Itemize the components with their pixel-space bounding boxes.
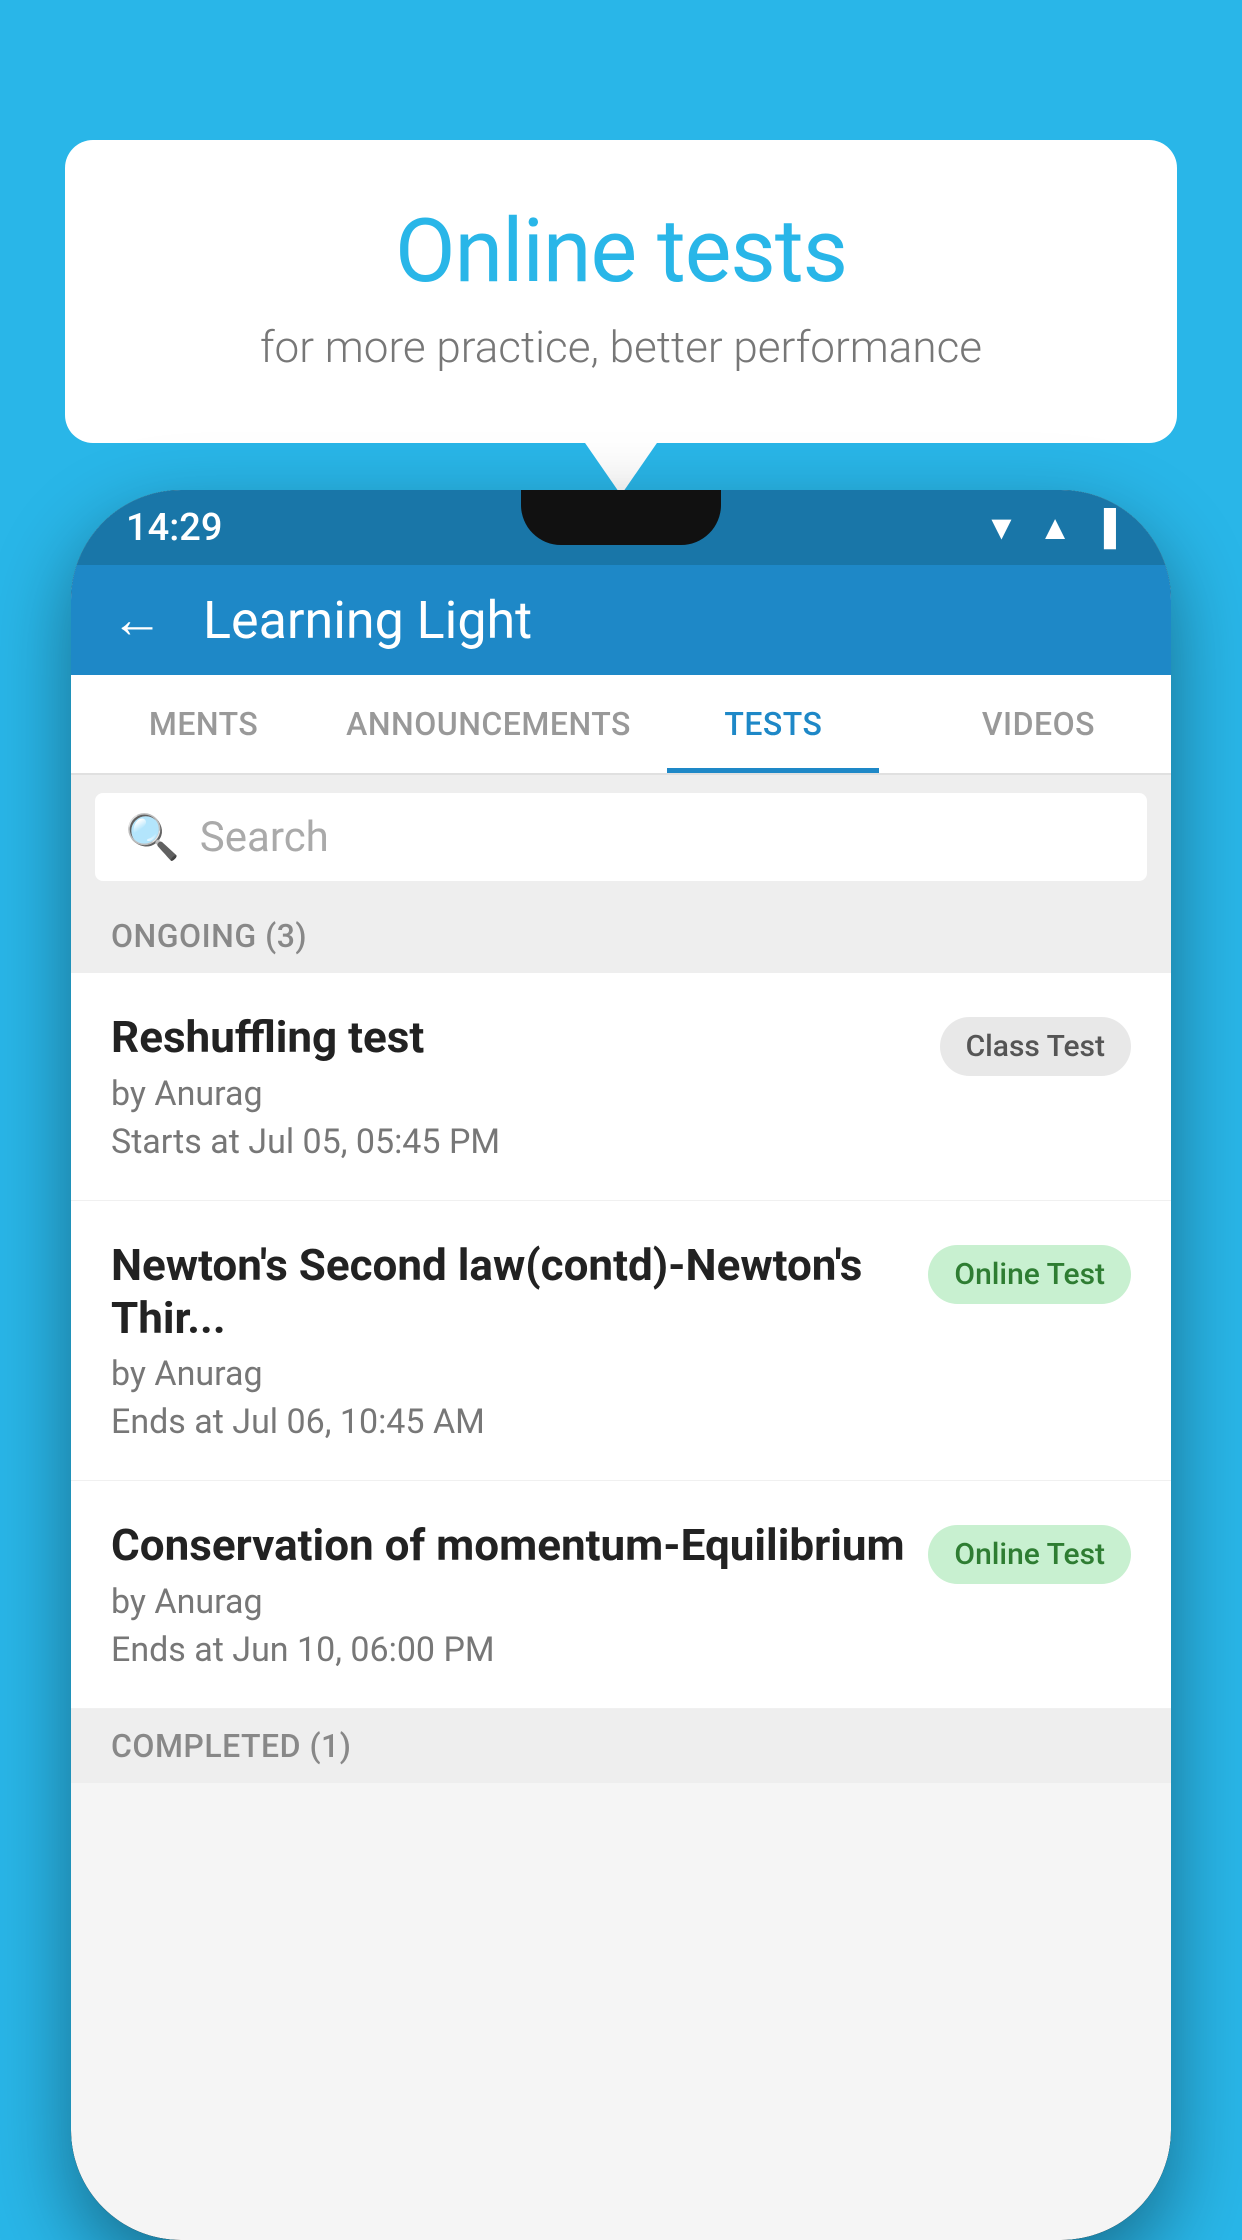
speech-bubble-container: Online tests for more practice, better p… — [65, 140, 1177, 443]
test-name: Reshuffling test — [111, 1011, 920, 1064]
tab-announcements-label: ANNOUNCEMENTS — [346, 705, 631, 743]
ongoing-label: ONGOING (3) — [111, 917, 307, 955]
search-icon: 🔍 — [125, 811, 180, 863]
tab-bar: MENTS ANNOUNCEMENTS TESTS VIDEOS — [71, 675, 1171, 775]
tab-videos-label: VIDEOS — [982, 705, 1095, 743]
test-time: Ends at Jul 06, 10:45 AM — [111, 1402, 908, 1442]
tab-tests-label: TESTS — [724, 705, 822, 743]
app-bar: ← Learning Light — [71, 565, 1171, 675]
test-item[interactable]: Reshuffling test by Anurag Starts at Jul… — [71, 973, 1171, 1201]
test-item[interactable]: Conservation of momentum-Equilibrium by … — [71, 1481, 1171, 1709]
test-list: Reshuffling test by Anurag Starts at Jul… — [71, 973, 1171, 1709]
phone-inner: 14:29 ▼ ▲ ▐ ← Learning Light MENTS ANNOU… — [71, 490, 1171, 2240]
test-name: Newton's Second law(contd)-Newton's Thir… — [111, 1239, 908, 1345]
phone-frame: 14:29 ▼ ▲ ▐ ← Learning Light MENTS ANNOU… — [71, 490, 1171, 2240]
phone-notch — [521, 490, 721, 545]
wifi-icon: ▼ — [985, 508, 1019, 548]
battery-icon: ▐ — [1092, 508, 1116, 548]
app-title: Learning Light — [203, 590, 532, 651]
ongoing-section-header: ONGOING (3) — [71, 899, 1171, 973]
test-item[interactable]: Newton's Second law(contd)-Newton's Thir… — [71, 1201, 1171, 1482]
test-info: Conservation of momentum-Equilibrium by … — [111, 1519, 928, 1670]
signal-icon: ▲ — [1038, 508, 1072, 548]
test-by: by Anurag — [111, 1354, 908, 1394]
bubble-title: Online tests — [145, 200, 1097, 303]
completed-section-header: COMPLETED (1) — [71, 1709, 1171, 1783]
tab-tests[interactable]: TESTS — [641, 675, 906, 773]
tab-announcements[interactable]: ANNOUNCEMENTS — [336, 675, 641, 773]
completed-label: COMPLETED (1) — [111, 1727, 351, 1765]
tab-videos[interactable]: VIDEOS — [906, 675, 1171, 773]
status-time: 14:29 — [126, 506, 222, 550]
search-bar[interactable]: 🔍 Search — [95, 793, 1147, 881]
test-info: Reshuffling test by Anurag Starts at Jul… — [111, 1011, 940, 1162]
test-by: by Anurag — [111, 1074, 920, 1114]
test-info: Newton's Second law(contd)-Newton's Thir… — [111, 1239, 928, 1443]
test-name: Conservation of momentum-Equilibrium — [111, 1519, 908, 1572]
status-icons: ▼ ▲ ▐ — [985, 508, 1116, 548]
test-badge: Online Test — [928, 1245, 1131, 1304]
test-badge: Online Test — [928, 1525, 1131, 1584]
bubble-subtitle: for more practice, better performance — [145, 321, 1097, 373]
tab-assignments[interactable]: MENTS — [71, 675, 336, 773]
search-container: 🔍 Search — [71, 775, 1171, 899]
search-input[interactable]: Search — [200, 813, 329, 862]
test-time: Starts at Jul 05, 05:45 PM — [111, 1122, 920, 1162]
test-time: Ends at Jun 10, 06:00 PM — [111, 1630, 908, 1670]
tab-assignments-label: MENTS — [149, 705, 258, 743]
test-by: by Anurag — [111, 1582, 908, 1622]
speech-bubble: Online tests for more practice, better p… — [65, 140, 1177, 443]
back-button[interactable]: ← — [111, 594, 163, 646]
test-badge: Class Test — [940, 1017, 1131, 1076]
